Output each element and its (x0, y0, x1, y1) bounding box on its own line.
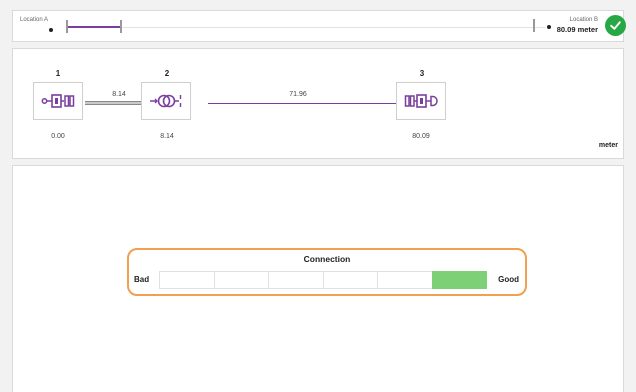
location-b-handle[interactable] (533, 19, 535, 32)
segment-end-handle[interactable] (120, 20, 122, 33)
quality-segment (377, 271, 433, 289)
device-1-position: 0.00 (51, 133, 65, 140)
connection-quality-box: Connection Bad Good (127, 248, 527, 296)
link-1-distance: 8.14 (112, 91, 126, 98)
location-b-marker (547, 25, 551, 29)
ptp-device-a-icon (41, 94, 75, 108)
good-label: Good (498, 275, 519, 284)
distance-unit: meter (598, 142, 618, 149)
location-b-label: Location B (569, 17, 598, 23)
device-panel: 1 0.00 8.14 2 8.14 71.96 3 80.09 meter (12, 48, 624, 159)
quality-segment (159, 271, 215, 289)
link-2-line (208, 103, 410, 104)
confirm-button[interactable] (605, 15, 626, 36)
check-icon (610, 21, 621, 30)
route-panel: Location A Location B 80.09 meter (12, 10, 624, 42)
bad-label: Bad (134, 275, 150, 284)
device-3-position: 80.09 (412, 133, 430, 140)
device-1-box[interactable] (33, 82, 83, 120)
selected-route-segment (68, 26, 120, 28)
device-1-number: 1 (55, 69, 61, 78)
device-2-position: 8.14 (160, 133, 174, 140)
route-line (67, 27, 545, 28)
device-3-box[interactable] (396, 82, 446, 120)
segment-start-handle[interactable] (66, 20, 68, 33)
device-2-number: 2 (164, 69, 170, 78)
quality-segment (322, 271, 378, 289)
connection-quality-bar (159, 271, 487, 289)
quality-segment (431, 271, 487, 289)
location-a-label: Location A (20, 17, 49, 23)
repeater-icon (150, 94, 182, 108)
connection-title: Connection (303, 254, 351, 264)
device-2-box[interactable] (141, 82, 191, 120)
link-2-distance: 71.96 (289, 91, 307, 98)
quality-segment (268, 271, 324, 289)
device-3-number: 3 (419, 69, 425, 78)
ptp-device-b-icon (404, 94, 438, 108)
location-a-marker (49, 28, 53, 32)
total-distance: 80.09 meter (556, 25, 598, 34)
quality-segment (213, 271, 269, 289)
